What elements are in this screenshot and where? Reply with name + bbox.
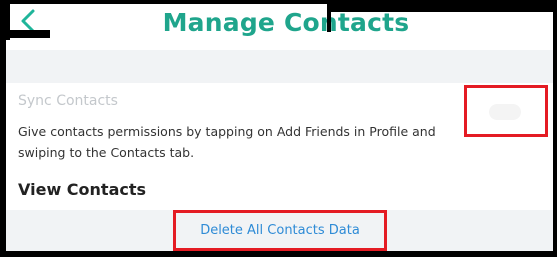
frame-edge [327,0,557,12]
sync-contacts-toggle[interactable] [489,104,521,120]
frame-edge [0,30,50,38]
sync-contacts-label: Sync Contacts [18,93,118,109]
sync-toggle-highlight [464,85,548,137]
frame-edge [0,0,333,4]
section-divider [6,50,553,83]
stage: Manage Contacts Sync Contacts Give conta… [0,0,557,257]
frame-edge [553,0,557,257]
sync-contacts-row: Sync Contacts Give contacts permissions … [6,83,553,167]
delete-all-contacts-button[interactable]: Delete All Contacts Data [176,223,384,238]
frame-edge [0,251,557,257]
page-title: Manage Contacts [162,8,410,37]
app-screen: Manage Contacts Sync Contacts Give conta… [6,0,553,251]
delete-highlight: Delete All Contacts Data [173,210,387,251]
sync-contacts-description: Give contacts permissions by tapping on … [18,124,436,160]
view-contacts-item[interactable]: View Contacts [18,180,146,199]
frame-edge [327,12,331,32]
